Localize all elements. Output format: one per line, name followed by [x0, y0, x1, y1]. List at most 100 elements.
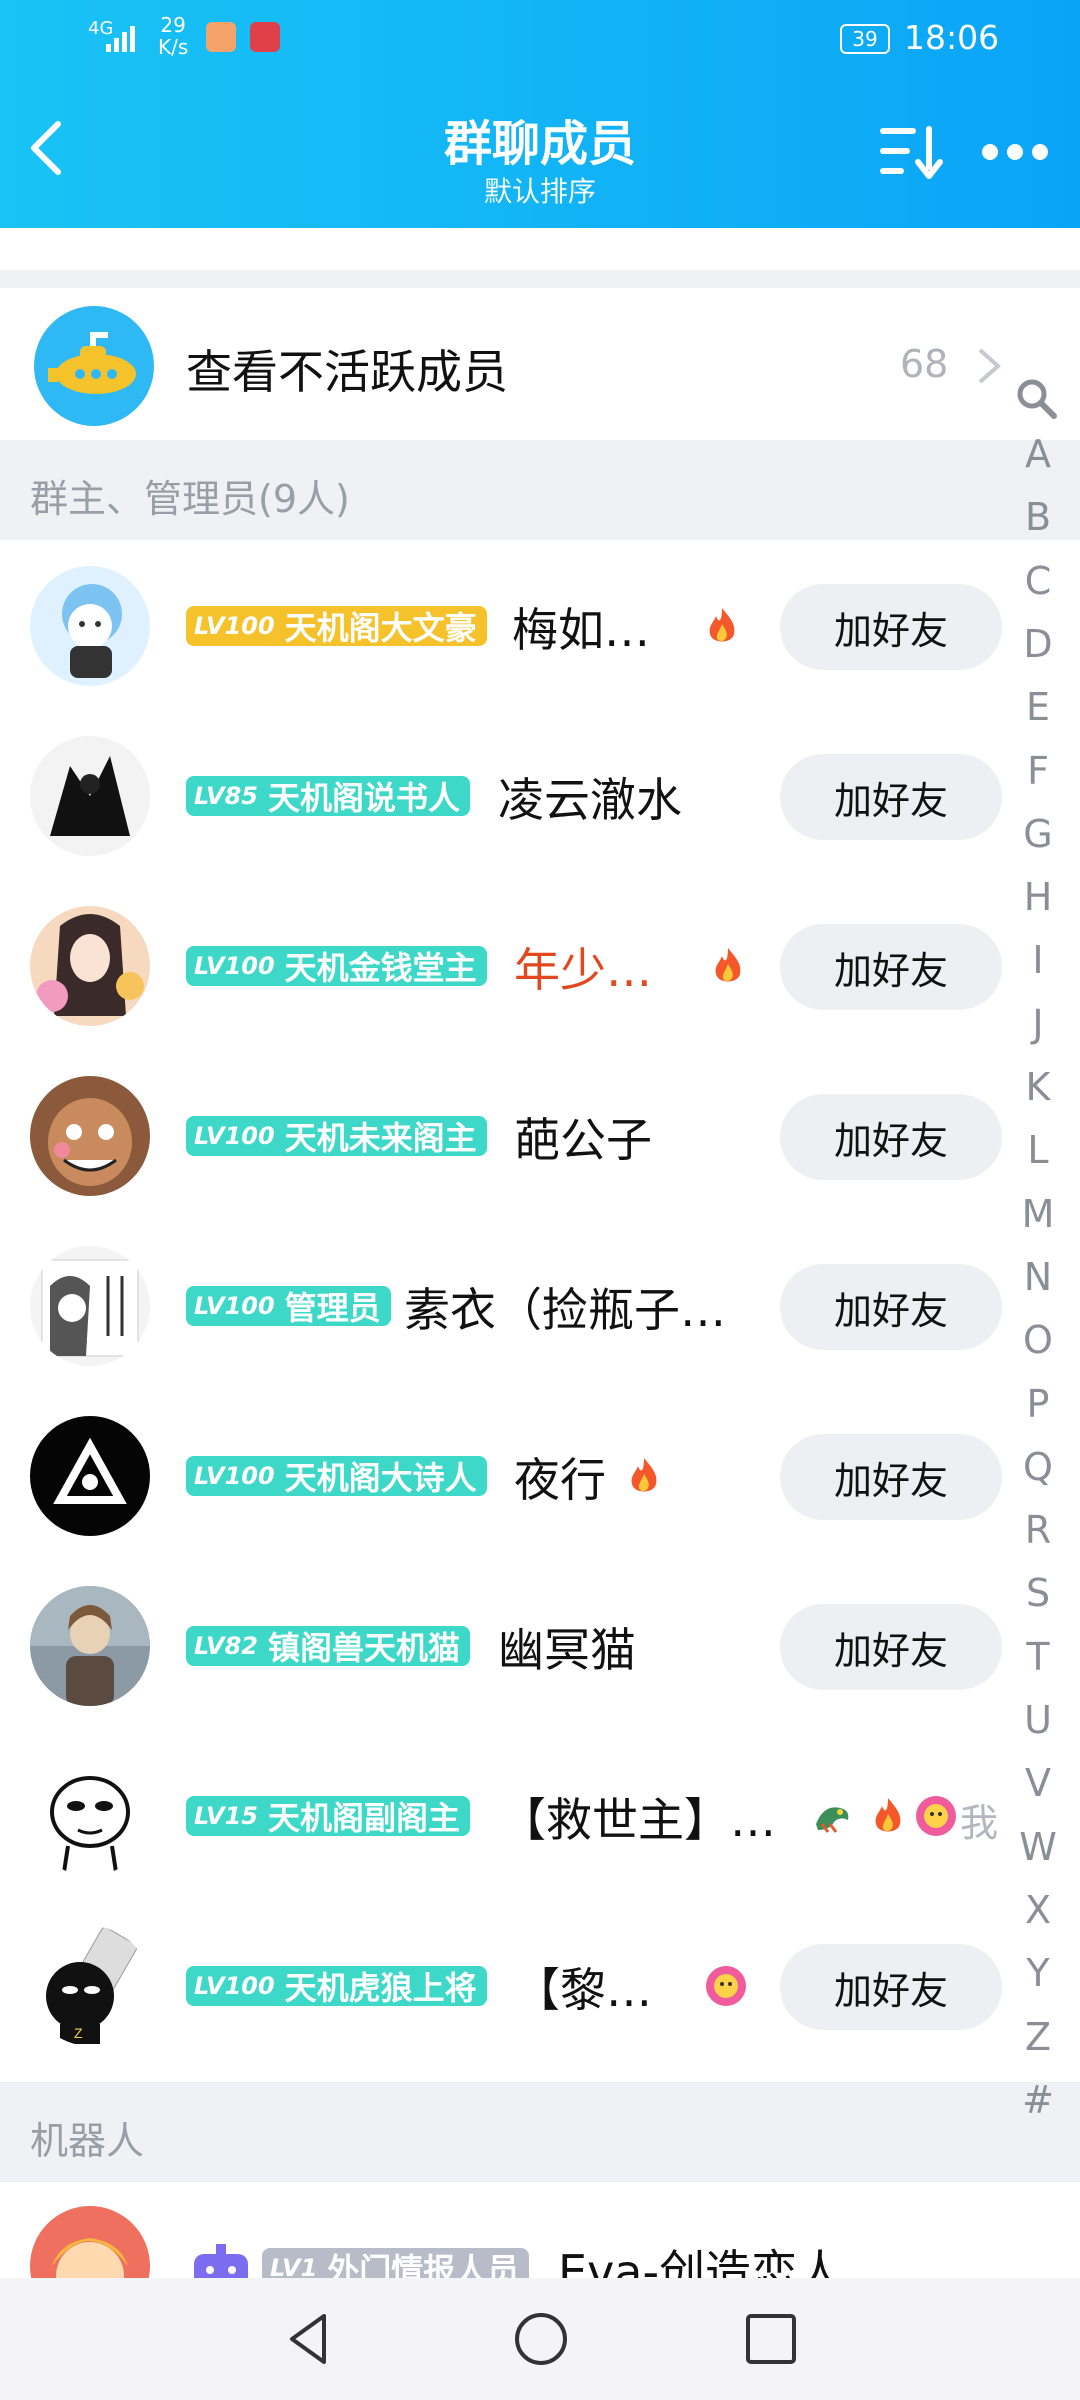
add-friend-button[interactable]: 加好友: [780, 924, 1002, 1010]
add-friend-button[interactable]: 加好友: [780, 1604, 1002, 1690]
book-app-icon: [250, 22, 280, 52]
fire-icon: [631, 1458, 657, 1492]
level-text: LV85: [194, 782, 258, 810]
level-badge: LV100 天机金钱堂主: [186, 946, 487, 987]
index-letter[interactable]: J: [1010, 1002, 1066, 1046]
level-text: LV82: [194, 1632, 258, 1660]
robot-row[interactable]: LV1 外门情报人员 Eva-创造恋人: [0, 2182, 1000, 2278]
add-friend-button[interactable]: 加好友: [780, 1094, 1002, 1180]
member-title: 镇阁兽天机猫: [267, 1629, 460, 1667]
index-letter[interactable]: M: [1010, 1192, 1066, 1236]
member-row[interactable]: Z LV100 天机虎狼上将 【黎… 加好友: [0, 1900, 1002, 2070]
chevron-right-icon: [978, 348, 1002, 384]
avatar[interactable]: [30, 906, 150, 1026]
app-notification-icon: [206, 22, 236, 52]
member-row[interactable]: LV100 天机未来阁主 葩公子 加好友: [0, 1050, 1002, 1220]
avatar[interactable]: [30, 2206, 150, 2278]
section-title: 群主、管理员(9人): [30, 477, 350, 521]
member-row[interactable]: LV82 镇阁兽天机猫 幽冥猫 加好友: [0, 1560, 1002, 1730]
member-title: 外门情报人员: [327, 2251, 520, 2278]
avatar[interactable]: [30, 1586, 150, 1706]
member-row[interactable]: LV100 天机阁大诗人 夜行 加好友: [0, 1390, 1002, 1560]
index-letter[interactable]: G: [1010, 812, 1066, 856]
avatar[interactable]: [30, 1076, 150, 1196]
avatar[interactable]: [30, 736, 150, 856]
avatar[interactable]: [30, 1416, 150, 1536]
member-row[interactable]: LV15 天机阁副阁主 【救世主】… 我: [0, 1730, 1010, 1900]
avatar[interactable]: [30, 1246, 150, 1366]
member-row[interactable]: LV100 天机金钱堂主 年少… 加好友: [0, 880, 1002, 1050]
member-row[interactable]: LV85 天机阁说书人 凌云澈水 加好友: [0, 710, 1002, 880]
search-icon[interactable]: [1014, 376, 1058, 420]
index-letter[interactable]: Y: [1010, 1951, 1066, 1995]
add-friend-button[interactable]: 加好友: [780, 1264, 1002, 1350]
level-badge: LV1 外门情报人员: [262, 2248, 530, 2278]
index-letter[interactable]: D: [1010, 622, 1066, 666]
index-letter[interactable]: P: [1010, 1382, 1066, 1426]
level-badge: LV100 天机虎狼上将: [186, 1966, 487, 2007]
nav-home-icon[interactable]: [510, 2308, 572, 2370]
add-friend-button[interactable]: 加好友: [780, 1434, 1002, 1520]
index-letter[interactable]: Q: [1010, 1445, 1066, 1489]
fire-icon: [715, 948, 741, 982]
level-badge: LV15 天机阁副阁主: [186, 1796, 470, 1837]
more-dots-icon[interactable]: [980, 140, 1050, 164]
index-letter[interactable]: A: [1010, 432, 1066, 476]
level-text: LV100: [194, 1972, 275, 2000]
member-name: 幽冥猫: [498, 1623, 636, 1677]
signal-icon: [106, 26, 135, 52]
index-letter[interactable]: E: [1010, 685, 1066, 729]
status-bar: 4G 29 K/s 39 18:06: [0, 0, 1080, 78]
level-badge: LV100 管理员: [186, 1286, 391, 1327]
fire-icon: [875, 1798, 901, 1832]
self-label: 我: [960, 1801, 999, 1845]
flower-face-icon: [916, 1796, 956, 1836]
inactive-members-row[interactable]: 查看不活跃成员 68: [0, 288, 1080, 440]
member-name: 夜行: [514, 1453, 606, 1507]
index-letter[interactable]: Z: [1010, 2015, 1066, 2059]
member-row[interactable]: LV100 管理员 素衣（捡瓶子… 加好友: [0, 1220, 1002, 1390]
nav-back-icon[interactable]: [278, 2308, 340, 2370]
index-letter[interactable]: H: [1010, 875, 1066, 919]
add-friend-button[interactable]: 加好友: [780, 584, 1002, 670]
index-letter[interactable]: O: [1010, 1318, 1066, 1362]
index-letter[interactable]: C: [1010, 559, 1066, 603]
member-title: 天机金钱堂主: [284, 949, 477, 987]
sort-icon[interactable]: [878, 124, 944, 180]
index-letter[interactable]: F: [1010, 749, 1066, 793]
avatar[interactable]: [30, 566, 150, 686]
index-letter[interactable]: S: [1010, 1571, 1066, 1615]
index-letter[interactable]: L: [1010, 1128, 1066, 1172]
index-letter[interactable]: V: [1010, 1761, 1066, 1805]
index-letter[interactable]: N: [1010, 1255, 1066, 1299]
member-name: 凌云澈水: [498, 773, 682, 827]
avatar[interactable]: Z: [30, 1926, 150, 2046]
index-letter[interactable]: X: [1010, 1888, 1066, 1932]
index-letter[interactable]: #: [1010, 2078, 1066, 2122]
level-text: LV1: [270, 2254, 318, 2278]
index-letter[interactable]: K: [1010, 1065, 1066, 1109]
member-name: 梅如…: [512, 603, 650, 657]
index-letter[interactable]: U: [1010, 1698, 1066, 1742]
add-friend-button[interactable]: 加好友: [780, 1944, 1002, 2030]
level-badge: LV82 镇阁兽天机猫: [186, 1626, 470, 1667]
index-letter[interactable]: I: [1010, 938, 1066, 982]
add-friend-button[interactable]: 加好友: [780, 754, 1002, 840]
nav-recents-icon[interactable]: [740, 2308, 802, 2370]
index-letter[interactable]: R: [1010, 1508, 1066, 1552]
index-letter[interactable]: W: [1010, 1825, 1066, 1869]
member-title: 天机阁副阁主: [267, 1799, 460, 1837]
level-text: LV15: [194, 1802, 258, 1830]
battery-icon: 39: [840, 24, 890, 54]
member-name: 【救世主】…: [500, 1793, 776, 1847]
level-text: LV100: [194, 612, 275, 640]
member-title: 天机虎狼上将: [284, 1969, 477, 2007]
avatar[interactable]: [30, 1756, 150, 1876]
index-letter[interactable]: B: [1010, 495, 1066, 539]
member-name: 葩公子: [514, 1113, 652, 1167]
member-row[interactable]: LV100 天机阁大文豪 梅如… 加好友: [0, 540, 1002, 710]
level-badge: LV100 天机阁大文豪: [186, 606, 487, 647]
index-letter[interactable]: T: [1010, 1635, 1066, 1679]
member-title: 天机阁大诗人: [284, 1459, 477, 1497]
inactive-members-label: 查看不活跃成员: [186, 345, 508, 399]
